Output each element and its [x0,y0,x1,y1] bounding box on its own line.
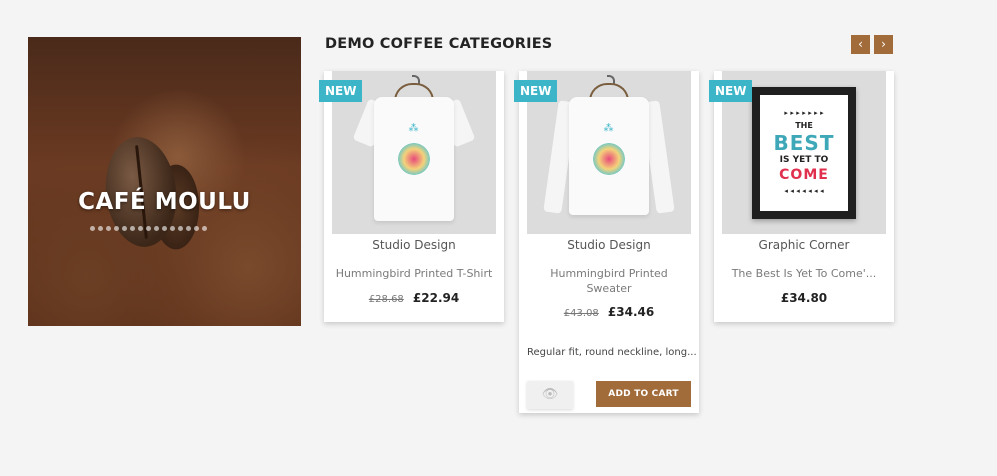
product-prices: £43.08 £34.46 [519,301,699,320]
product-name[interactable]: The Best Is Yet To Come'... [722,266,886,281]
current-price: £34.46 [607,305,655,319]
carousel-prev-button[interactable]: ‹ [851,35,870,54]
product-card[interactable]: ⁂ NEW Studio Design Hummingbird Printed … [514,71,699,413]
banner-title: CAFÉ MOULU [78,189,251,215]
product-brand[interactable]: Studio Design [324,238,504,252]
chevron-left-icon: ‹ [858,37,863,51]
eye-icon: 👁 [541,387,559,402]
carousel-next-button[interactable]: › [874,35,893,54]
product-card[interactable]: ▸ ▸ ▸ ▸ ▸ ▸ ▸ THE BEST IS YET TO COME ◂ … [709,71,894,322]
quick-view-button[interactable]: 👁 [527,381,573,409]
new-badge: NEW [514,80,558,102]
product-prices: £34.80 [714,287,894,306]
new-badge: NEW [709,80,753,102]
product-brand[interactable]: Studio Design [519,238,699,252]
old-price: £28.68 [368,294,404,305]
category-banner[interactable]: CAFÉ MOULU [28,37,301,326]
product-description: Regular fit, round neckline, long... [527,347,697,358]
chevron-right-icon: › [881,37,886,51]
product-name[interactable]: Hummingbird Printed T-Shirt [332,266,496,281]
add-to-cart-button[interactable]: ADD TO CART [596,381,691,407]
current-price: £22.94 [412,291,460,305]
product-card[interactable]: ⁂ NEW Studio Design Hummingbird Printed … [319,71,504,322]
product-name[interactable]: Hummingbird Printed Sweater [541,266,677,296]
old-price: £43.08 [563,308,599,319]
current-price: £34.80 [780,291,828,305]
product-brand[interactable]: Graphic Corner [714,238,894,252]
poster-frame-image: ▸ ▸ ▸ ▸ ▸ ▸ ▸ THE BEST IS YET TO COME ◂ … [752,87,856,219]
new-badge: NEW [319,80,363,102]
section-title: DEMO COFFEE CATEGORIES [325,36,553,52]
product-prices: £28.68 £22.94 [324,287,504,306]
hummingbird-print [398,143,430,175]
hummingbird-print [593,143,625,175]
banner-dots-divider [90,226,207,231]
